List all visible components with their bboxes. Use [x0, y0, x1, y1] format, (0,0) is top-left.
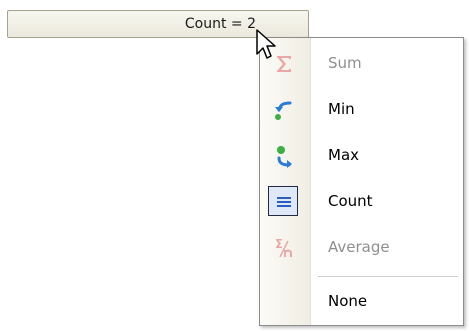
- menu-separator: [318, 276, 458, 277]
- mouse-pointer-icon: [256, 29, 276, 59]
- menu-item-sum[interactable]: Sum: [260, 41, 463, 87]
- menu-item-label: Max: [328, 146, 360, 164]
- max-arrow-icon: [277, 146, 292, 168]
- menu-item-label: Average: [328, 238, 390, 256]
- count-lines-icon: [277, 197, 291, 207]
- menu-item-label: None: [328, 292, 368, 310]
- menu-item-min[interactable]: Min: [260, 87, 463, 133]
- menu-item-label: Min: [328, 100, 355, 118]
- menu-item-label: Sum: [328, 54, 362, 72]
- menu-item-max[interactable]: Max: [260, 133, 463, 179]
- menu-item-count[interactable]: Count: [260, 179, 463, 225]
- min-arrow-icon: [275, 101, 292, 120]
- menu-item-average[interactable]: Average: [260, 225, 463, 271]
- summary-context-menu: Sum Min Max Count Average None: [259, 37, 464, 326]
- menu-item-none[interactable]: None: [260, 279, 463, 325]
- screenshot-stage: Count = 2 Sum Min Max Count Average None: [0, 0, 469, 331]
- average-icon: [276, 239, 292, 258]
- summary-text: Count = 2: [184, 16, 256, 32]
- menu-item-label: Count: [328, 192, 373, 210]
